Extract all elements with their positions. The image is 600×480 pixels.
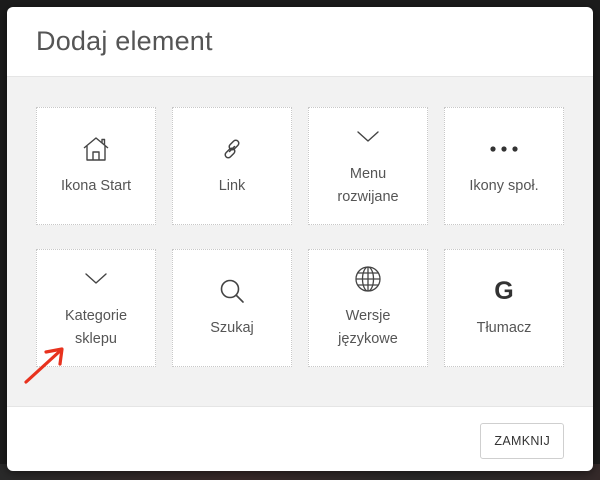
tile-label: Szukaj [210, 319, 254, 336]
tile-label: Tłumacz [476, 319, 532, 336]
google-icon: G [494, 276, 514, 305]
tile-ikony-spol[interactable]: Ikony społ. [444, 107, 564, 225]
tile-link[interactable]: Link [172, 107, 292, 225]
add-element-dialog: Dodaj element Ikona Start Link Menu rozw… [7, 7, 593, 471]
tile-label: Ikona Start [60, 177, 132, 194]
tile-wersje-jezykowe[interactable]: Wersje językowe [308, 249, 428, 367]
chevron-down-icon [356, 123, 380, 151]
dialog-footer: ZAMKNIJ [7, 407, 593, 471]
dialog-title: Dodaj element [36, 26, 213, 56]
tile-label: Wersje językowe [338, 308, 398, 347]
globe-icon [354, 265, 382, 293]
tile-label: Menu rozwijane [337, 166, 399, 205]
dialog-header: Dodaj element [7, 7, 593, 77]
dialog-body: Ikona Start Link Menu rozwijane Ikony sp… [7, 77, 593, 407]
element-grid: Ikona Start Link Menu rozwijane Ikony sp… [36, 107, 564, 367]
more-horizontal-icon [489, 135, 519, 163]
home-icon [82, 135, 110, 163]
tile-kategorie-sklepu[interactable]: Kategorie sklepu [36, 249, 156, 367]
tile-szukaj[interactable]: Szukaj [172, 249, 292, 367]
close-button[interactable]: ZAMKNIJ [480, 423, 564, 459]
search-icon [218, 277, 246, 305]
tile-ikona-start[interactable]: Ikona Start [36, 107, 156, 225]
tile-label: Ikony społ. [469, 177, 539, 194]
tile-label: Kategorie sklepu [64, 308, 128, 347]
tile-label: Link [218, 177, 246, 194]
link-icon [219, 135, 245, 163]
tile-tlumacz[interactable]: G Tłumacz [444, 249, 564, 367]
tile-menu-rozwijane[interactable]: Menu rozwijane [308, 107, 428, 225]
chevron-down-icon [84, 265, 108, 293]
